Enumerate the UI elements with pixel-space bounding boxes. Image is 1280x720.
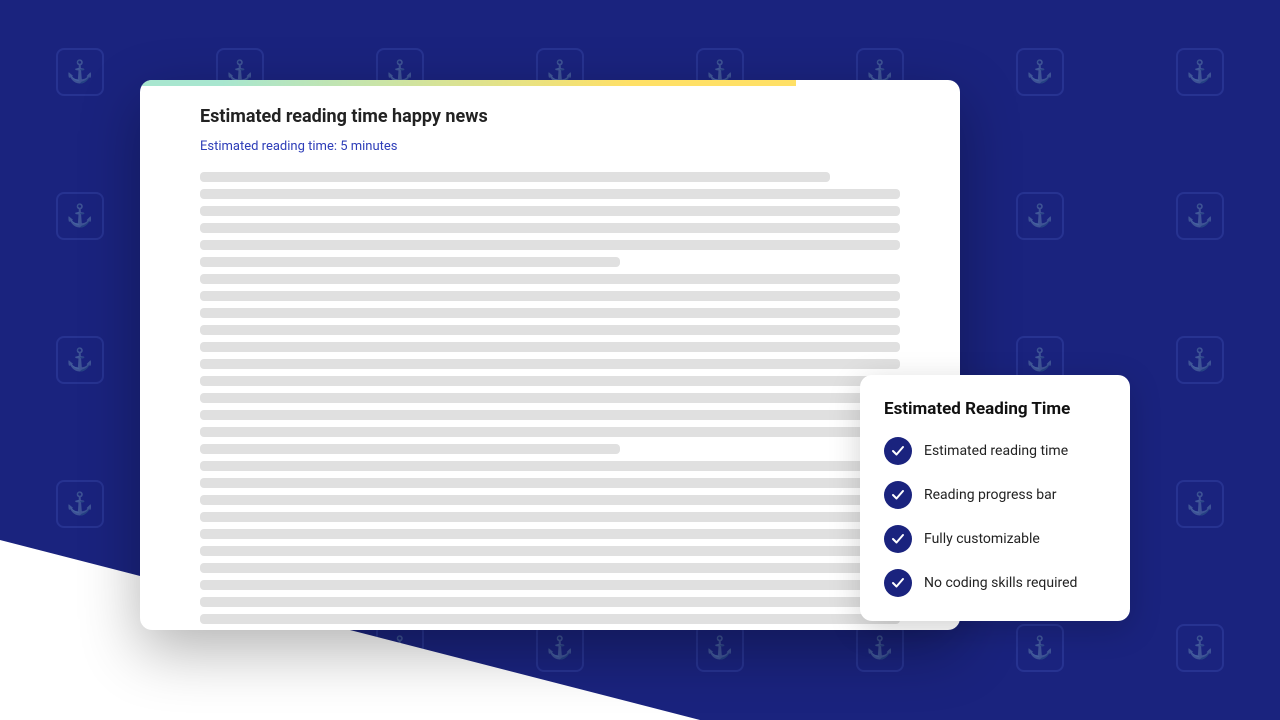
anchor-cell: ⚓ [0, 288, 160, 432]
article-text-lines [200, 172, 900, 630]
anchor-cell: ⚓ [1120, 576, 1280, 720]
text-line [200, 597, 900, 607]
text-line [200, 495, 900, 505]
text-line [200, 614, 900, 624]
text-line [200, 512, 900, 522]
feature-item: Reading progress bar [884, 481, 1106, 509]
text-line [200, 427, 900, 437]
feature-label: Estimated reading time [924, 443, 1068, 459]
anchor-cell: ⚓ [0, 0, 160, 144]
text-line [200, 478, 900, 488]
feature-item: No coding skills required [884, 569, 1106, 597]
text-line [200, 359, 900, 369]
check-icon [884, 437, 912, 465]
check-icon [884, 569, 912, 597]
text-line [200, 563, 900, 573]
features-list: Estimated reading time Reading progress … [884, 437, 1106, 597]
feature-item: Fully customizable [884, 525, 1106, 553]
text-line [200, 461, 900, 471]
anchor-cell: ⚓ [960, 144, 1120, 288]
feature-label: No coding skills required [924, 575, 1077, 591]
anchor-cell: ⚓ [0, 144, 160, 288]
text-line [200, 206, 900, 216]
text-line [200, 189, 900, 199]
text-line [200, 274, 900, 284]
anchor-cell: ⚓ [1120, 0, 1280, 144]
anchor-cell: ⚓ [1120, 144, 1280, 288]
text-line [200, 444, 620, 454]
anchor-cell: ⚓ [1120, 432, 1280, 576]
article-content: Estimated reading time happy news Estima… [140, 86, 960, 630]
text-line [200, 410, 900, 420]
text-line [200, 529, 900, 539]
text-line [200, 223, 900, 233]
text-line [200, 240, 900, 250]
info-card: Estimated Reading Time Estimated reading… [860, 375, 1130, 621]
info-card-title: Estimated Reading Time [884, 399, 1106, 419]
browser-window: Estimated reading time happy news Estima… [140, 80, 960, 630]
text-line [200, 291, 900, 301]
feature-label: Fully customizable [924, 531, 1040, 547]
anchor-cell: ⚓ [1120, 288, 1280, 432]
check-icon [884, 525, 912, 553]
text-line [200, 257, 620, 267]
feature-label: Reading progress bar [924, 487, 1057, 503]
text-line [200, 376, 900, 386]
text-line [200, 325, 900, 335]
article-title: Estimated reading time happy news [200, 106, 900, 127]
text-line [200, 342, 900, 352]
text-line [200, 308, 900, 318]
feature-item: Estimated reading time [884, 437, 1106, 465]
text-line [200, 172, 830, 182]
check-icon [884, 481, 912, 509]
reading-time-link[interactable]: Estimated reading time: 5 minutes [200, 139, 900, 154]
text-line [200, 580, 900, 590]
anchor-cell: ⚓ [960, 0, 1120, 144]
text-line [200, 546, 900, 556]
text-line [200, 393, 900, 403]
